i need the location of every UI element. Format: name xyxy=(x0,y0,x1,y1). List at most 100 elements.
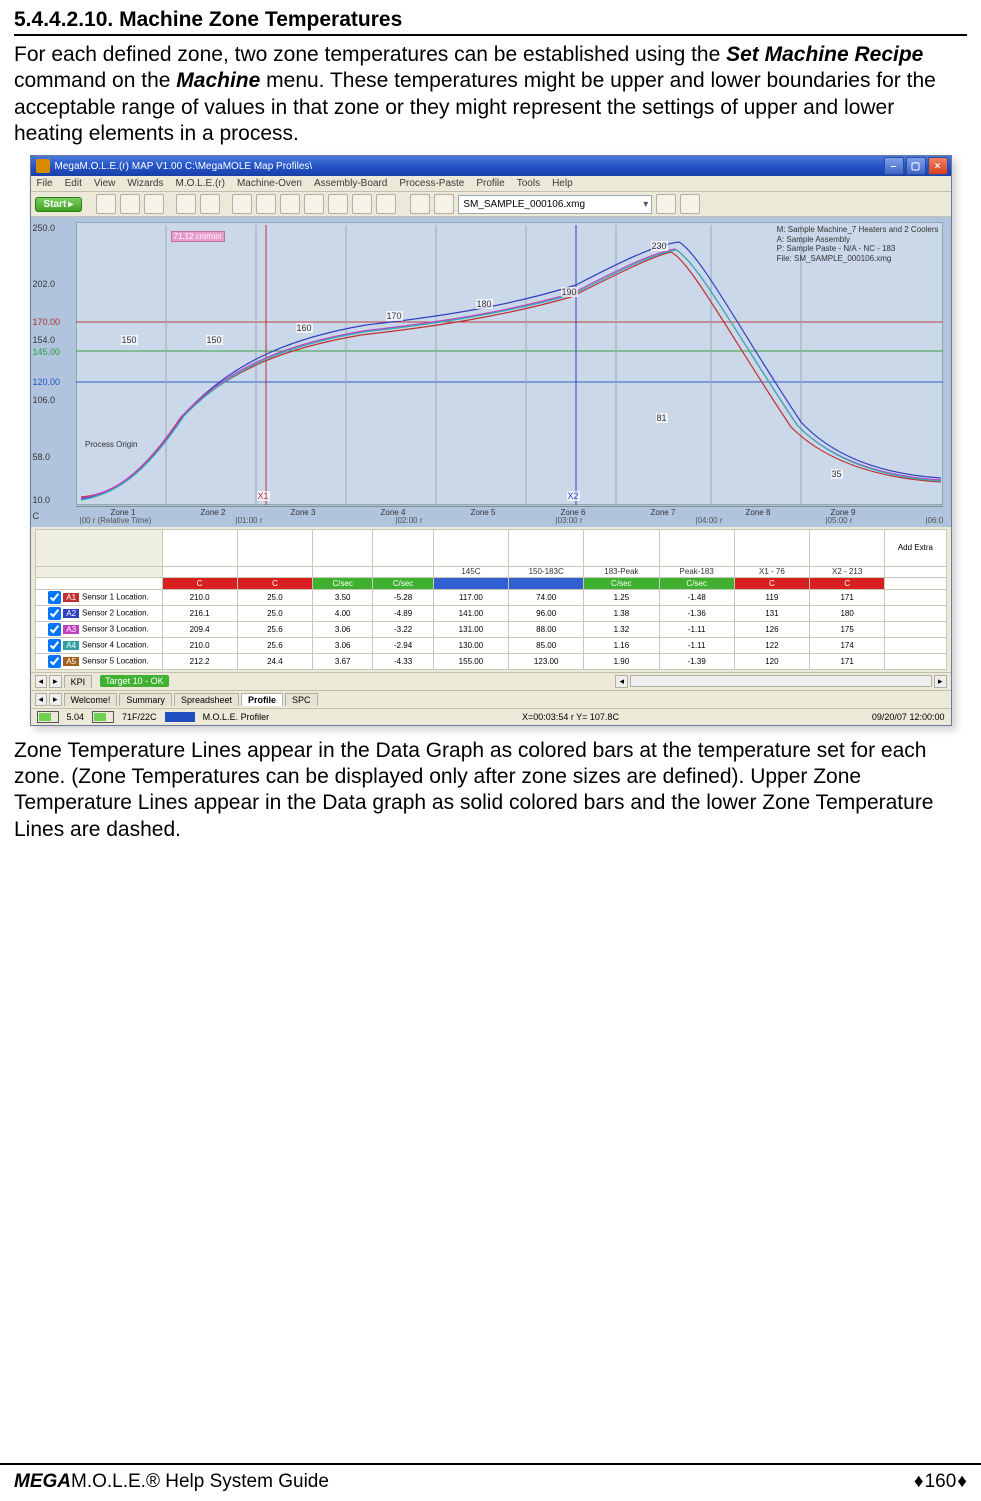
tab-welcome[interactable]: Welcome! xyxy=(64,693,118,706)
data-cell: 130.00 xyxy=(433,637,508,653)
data-cell: 25.6 xyxy=(237,637,312,653)
toolbar-btn-d[interactable] xyxy=(304,194,324,214)
toolbar-btn-a[interactable] xyxy=(232,194,252,214)
data-cell: 171 xyxy=(810,653,885,669)
toolbar-btn-zoomout[interactable] xyxy=(176,194,196,214)
toolbar-btn-f[interactable] xyxy=(352,194,372,214)
toolbar-btn-g[interactable] xyxy=(376,194,396,214)
data-table: Maximum Temperature Minimum Temperature … xyxy=(35,529,947,670)
toolbar-btn-down[interactable] xyxy=(680,194,700,214)
menubar: File Edit View Wizards M.O.L.E.(r) Machi… xyxy=(31,176,951,192)
sensor-cell[interactable]: A4Sensor 4 Location. xyxy=(35,637,162,653)
sensor-checkbox[interactable] xyxy=(48,655,61,668)
hscroll-right[interactable]: ▸ xyxy=(934,675,947,688)
tab-scroll-left[interactable]: ◂ xyxy=(35,675,48,688)
data-cell: 212.2 xyxy=(162,653,237,669)
col-max-pos-slope: Maximum Positive Slope xyxy=(313,530,373,567)
tab-kpi[interactable]: KPI xyxy=(64,675,93,688)
sensor-checkbox[interactable] xyxy=(48,623,61,636)
toolbar-btn-up[interactable] xyxy=(656,194,676,214)
menu-wizards[interactable]: Wizards xyxy=(127,178,163,189)
col-time-between: Time Between Temperature xyxy=(509,530,584,567)
data-cell: 3.67 xyxy=(313,653,373,669)
info-line: A: Sample Assembly xyxy=(777,235,939,245)
x-tick: |05:00 r xyxy=(826,516,853,525)
col-temp-x2: Temperature at Time Reference xyxy=(810,530,885,567)
menu-machine-oven[interactable]: Machine-Oven xyxy=(237,178,302,189)
status-coords: X=00:03:54 r Y= 107.8C xyxy=(522,712,619,722)
data-cell: -1.39 xyxy=(659,653,734,669)
toolbar-btn-e[interactable] xyxy=(328,194,348,214)
start-button[interactable]: Start▸ xyxy=(35,197,83,212)
window-title: MegaM.O.L.E.(r) MAP V1.00 C:\MegaMOLE Ma… xyxy=(55,161,313,172)
para1-b: Set Machine Recipe xyxy=(726,43,923,66)
unit-row-1: C C C/sec C/sec 145C 150-183C 183-Peak P… xyxy=(35,566,946,577)
tab-spc[interactable]: SPC xyxy=(285,693,318,706)
kpi-target[interactable]: Target 10 - OK xyxy=(100,675,169,687)
toolbar-btn-zoomin[interactable] xyxy=(200,194,220,214)
tab-profile[interactable]: Profile xyxy=(241,693,283,706)
sheet-tab-next[interactable]: ▸ xyxy=(49,693,62,706)
zone-upper-2: 150 xyxy=(206,335,223,345)
toolbar-btn-1[interactable] xyxy=(96,194,116,214)
menu-profile[interactable]: Profile xyxy=(476,178,504,189)
menu-assembly-board[interactable]: Assembly-Board xyxy=(314,178,387,189)
zone-upper-3: 160 xyxy=(296,323,313,333)
file-select[interactable]: SM_SAMPLE_000106.xmg xyxy=(458,195,652,214)
col-temp-x1: Temperature at Time Reference xyxy=(734,530,809,567)
tab-spreadsheet[interactable]: Spreadsheet xyxy=(174,693,239,706)
unit2: C xyxy=(162,577,237,589)
menu-file[interactable]: File xyxy=(37,178,53,189)
sensor-cell[interactable]: A2Sensor 2 Location. xyxy=(35,605,162,621)
unit: C/sec xyxy=(313,566,373,577)
data-cell: 1.90 xyxy=(584,653,659,669)
sensor-name: Sensor 4 Location. xyxy=(82,641,149,650)
tab-scroll-right[interactable]: ▸ xyxy=(49,675,62,688)
toolbar-btn-print[interactable] xyxy=(144,194,164,214)
menu-view[interactable]: View xyxy=(94,178,116,189)
sensor-checkbox[interactable] xyxy=(48,639,61,652)
unit2: C/sec xyxy=(584,577,659,589)
para1-c: command on the xyxy=(14,69,176,92)
x-tick: |06:0 xyxy=(926,516,944,525)
toolbar-btn-prev[interactable] xyxy=(410,194,430,214)
unit: C xyxy=(162,566,237,577)
data-cell: 25.0 xyxy=(237,605,312,621)
x-tick: |02:00 r xyxy=(396,516,423,525)
toolbar-btn-save[interactable] xyxy=(120,194,140,214)
para1-d: Machine xyxy=(176,69,260,92)
marker-x2: X2 xyxy=(567,491,580,501)
data-cell: -1.48 xyxy=(659,589,734,605)
data-cell: 175 xyxy=(810,621,885,637)
menu-help[interactable]: Help xyxy=(552,178,573,189)
hscroll-left[interactable]: ◂ xyxy=(615,675,628,688)
data-cell: -1.36 xyxy=(659,605,734,621)
minimize-button[interactable]: – xyxy=(884,157,904,175)
menu-mole[interactable]: M.O.L.E.(r) xyxy=(175,178,224,189)
toolbar-btn-c[interactable] xyxy=(280,194,300,214)
sensor-checkbox[interactable] xyxy=(48,607,61,620)
menu-tools[interactable]: Tools xyxy=(517,178,540,189)
sensor-checkbox[interactable] xyxy=(48,591,61,604)
hscroll-bar[interactable] xyxy=(630,675,932,687)
sensor-cell[interactable]: A3Sensor 3 Location. xyxy=(35,621,162,637)
unit: 150-183C xyxy=(509,566,584,577)
extra-cell xyxy=(885,637,946,653)
close-button[interactable]: × xyxy=(928,157,948,175)
menu-edit[interactable]: Edit xyxy=(65,178,82,189)
status-mole: M.O.L.E. Profiler xyxy=(203,712,270,722)
table-row: A3Sensor 3 Location.209.425.63.06-3.2213… xyxy=(35,621,946,637)
toolbar-btn-next[interactable] xyxy=(434,194,454,214)
col-max-neg-slope: Maximum Negative Slope xyxy=(373,530,433,567)
data-cell: 131.00 xyxy=(433,621,508,637)
sensor-cell[interactable]: A1Sensor 1 Location. xyxy=(35,589,162,605)
tab-summary[interactable]: Summary xyxy=(119,693,172,706)
menu-process-paste[interactable]: Process-Paste xyxy=(399,178,464,189)
sensor-cell[interactable]: A5Sensor 5 Location. xyxy=(35,653,162,669)
toolbar-btn-b[interactable] xyxy=(256,194,276,214)
sheet-tab-prev[interactable]: ◂ xyxy=(35,693,48,706)
toolbar: Start▸ SM_SAMPLE_000106.xmg xyxy=(31,192,951,217)
maximize-button[interactable]: ▢ xyxy=(906,157,926,175)
data-cell: 141.00 xyxy=(433,605,508,621)
col-add-extra[interactable]: Add Extra xyxy=(885,530,946,567)
